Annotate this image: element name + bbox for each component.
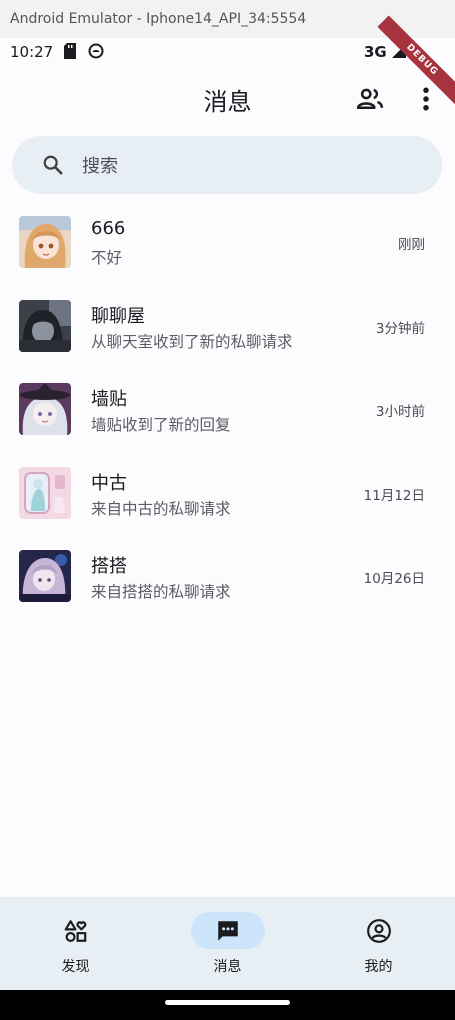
network-type: 3G (364, 43, 387, 61)
avatar (19, 299, 71, 352)
avatar (19, 216, 71, 268)
conversation-time: 10月26日 (363, 571, 425, 587)
status-time: 10:27 (10, 43, 54, 61)
window-title: Android Emulator - Iphone14_API_34:5554 (10, 11, 307, 27)
conversation-preview: 来自搭搭的私聊请求 (91, 583, 231, 601)
page-title: 消息 (203, 88, 252, 116)
nav-item-messages[interactable]: 消息 (152, 897, 303, 990)
conversation-preview: 来自中古的私聊请求 (91, 499, 231, 518)
system-gesture-bar (0, 990, 455, 1020)
chat-bubble-icon (218, 921, 238, 941)
home-gesture-handle[interactable] (165, 1000, 290, 1005)
search-icon (43, 155, 63, 175)
conversation-preview: 不好 (91, 249, 123, 267)
avatar (19, 550, 71, 602)
conversation-time: 3分钟前 (375, 320, 425, 337)
nav-label: 我的 (364, 959, 393, 975)
conversation-name: 搭搭 (91, 556, 127, 577)
conversation-list: 666 不好 刚刚 聊聊屋 从聊天室收到了新的私聊请求 3分钟前 墙贴 墙贴收到… (0, 200, 455, 618)
contacts-icon[interactable] (355, 84, 385, 114)
discover-shapes-icon (64, 920, 87, 942)
conversation-name: 666 (91, 218, 126, 239)
conversation-item[interactable]: 666 不好 刚刚 (0, 200, 455, 284)
nav-label: 消息 (213, 959, 242, 975)
conversation-item[interactable]: 中古 来自中古的私聊请求 11月12日 (0, 451, 455, 535)
conversation-time: 11月12日 (363, 487, 425, 504)
conversation-item[interactable]: 聊聊屋 从聊天室收到了新的私聊请求 3分钟前 (0, 284, 455, 368)
conversation-time: 3小时前 (375, 404, 425, 420)
conversation-item[interactable]: 墙贴 墙贴收到了新的回复 3小时前 (0, 367, 455, 451)
bottom-navigation: 发现 消息 我的 (0, 897, 455, 990)
search-input[interactable] (80, 144, 414, 188)
nav-label: 发现 (61, 959, 90, 975)
avatar (19, 383, 71, 435)
nav-item-profile[interactable]: 我的 (303, 897, 454, 990)
account-circle-icon (367, 919, 391, 943)
conversation-preview: 墙贴收到了新的回复 (91, 416, 231, 434)
nav-item-discover[interactable]: 发现 (0, 897, 151, 990)
conversation-name: 中古 (91, 472, 127, 494)
conversation-name: 墙贴 (91, 389, 127, 410)
conversation-preview: 从聊天室收到了新的私聊请求 (91, 332, 293, 351)
more-vert-icon[interactable] (411, 84, 441, 114)
avatar (19, 466, 71, 519)
conversation-time: 刚刚 (398, 237, 425, 253)
sd-card-icon (64, 43, 76, 59)
conversation-item[interactable]: 搭搭 来自搭搭的私聊请求 10月26日 (0, 534, 455, 618)
app-bar: 消息 (0, 66, 455, 132)
status-bar: 10:27 3G (0, 38, 455, 66)
search-bar[interactable] (12, 136, 442, 194)
conversation-name: 聊聊屋 (91, 305, 145, 327)
sync-icon (88, 43, 104, 59)
